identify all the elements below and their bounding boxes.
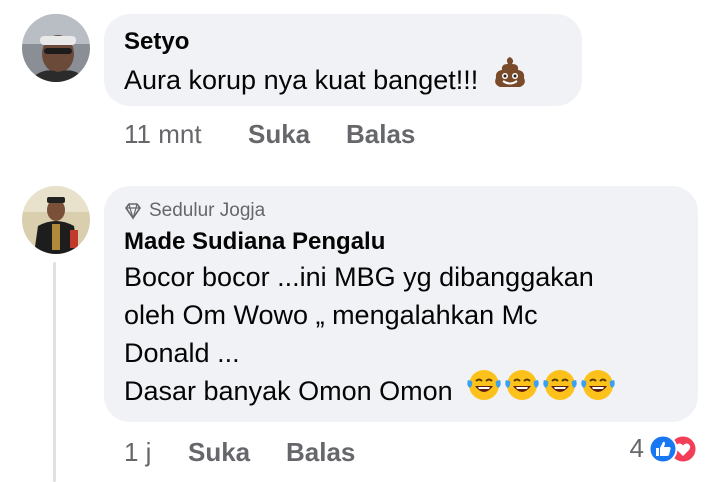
tears-of-joy-icon bbox=[466, 368, 502, 412]
avatar-setyo[interactable] bbox=[22, 14, 90, 82]
comment-text-line: Aura korup nya kuat banget!!! bbox=[124, 65, 479, 95]
comment-bubble-made-sudiana: Sedulur Jogja Made Sudiana Pengalu Bocor… bbox=[104, 186, 698, 422]
comment-timestamp[interactable]: 1 j bbox=[124, 437, 151, 467]
comment-timestamp[interactable]: 11 mnt bbox=[124, 119, 202, 149]
reaction-icons bbox=[648, 434, 698, 464]
fan-badge-label: Sedulur Jogja bbox=[149, 200, 266, 221]
tears-of-joy-icon bbox=[504, 368, 540, 412]
comment-author[interactable]: Made Sudiana Pengalu bbox=[124, 228, 678, 256]
tears-of-joy-icon bbox=[542, 368, 578, 412]
like-button[interactable]: Suka bbox=[188, 437, 250, 467]
comment-author[interactable]: Setyo bbox=[124, 28, 562, 56]
pile-of-poo-icon bbox=[492, 54, 528, 101]
comment-bubble-setyo: Setyo Aura korup nya kuat banget!!! bbox=[104, 14, 582, 106]
reply-button[interactable]: Balas bbox=[286, 437, 355, 467]
comment-actions: 1 j Suka Balas bbox=[124, 437, 424, 467]
reaction-summary[interactable]: 4 bbox=[630, 433, 698, 464]
thread-line bbox=[53, 262, 56, 482]
comment-text: Bocor bocor ...ini MBG yg dibanggakan ol… bbox=[124, 258, 678, 412]
comment-text-line: Bocor bocor ...ini MBG yg dibanggakan bbox=[124, 262, 594, 292]
reply-button[interactable]: Balas bbox=[346, 119, 415, 149]
like-icon bbox=[648, 434, 678, 471]
comment-text-line: oleh Om Wowo „ mengalahkan Mc bbox=[124, 300, 538, 330]
like-button[interactable]: Suka bbox=[248, 119, 310, 149]
comment-text-line: Donald ... bbox=[124, 338, 240, 368]
comment-text: Aura korup nya kuat banget!!! bbox=[124, 57, 562, 101]
tears-of-joy-icon bbox=[580, 368, 616, 412]
comment-text-line: Dasar banyak Omon Omon bbox=[124, 376, 453, 406]
reaction-count: 4 bbox=[629, 433, 644, 463]
comment-actions: 11 mnt Suka Balas bbox=[124, 119, 444, 149]
diamond-icon bbox=[124, 202, 142, 221]
avatar-made-sudiana[interactable] bbox=[22, 186, 90, 254]
fan-badge[interactable]: Sedulur Jogja bbox=[124, 200, 678, 222]
